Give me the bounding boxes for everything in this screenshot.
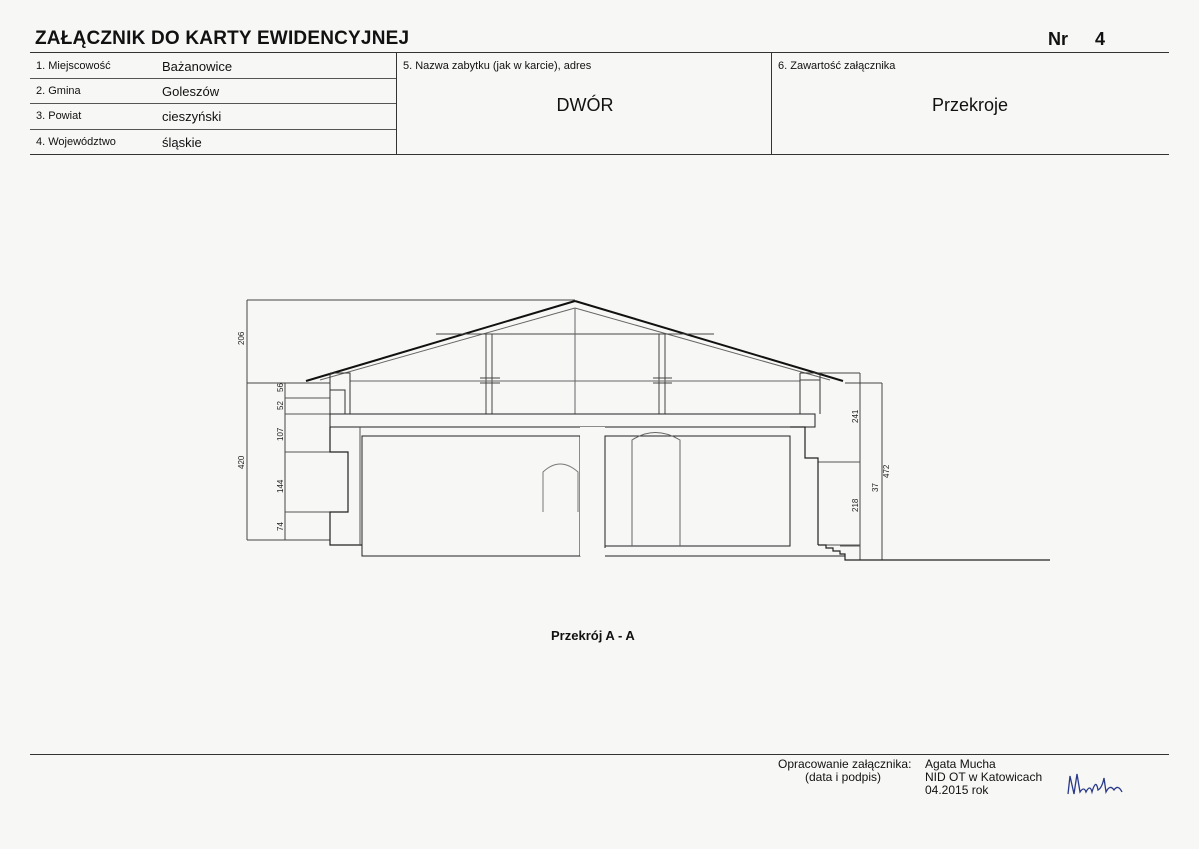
roof-right: [574, 300, 844, 382]
dim-label: 144: [276, 479, 285, 493]
dim-label: 74: [276, 522, 285, 531]
dim-label: 206: [237, 331, 246, 345]
section-caption: Przekrój A - A: [551, 628, 635, 643]
dim-label: 37: [871, 483, 880, 492]
prepared-by-label: Opracowanie załącznika: (data i podpis): [778, 758, 911, 784]
attic-floor: [329, 413, 816, 428]
dim-label: 241: [851, 409, 860, 423]
right-wall: [790, 426, 819, 545]
roof-left: [305, 300, 576, 382]
dim-label: 56: [276, 383, 285, 392]
prepared-by-details: Agata Mucha NID OT w Katowicach 04.2015 …: [925, 758, 1042, 797]
dim-label: 107: [276, 427, 285, 441]
left-room: [361, 435, 581, 557]
dim-label: 472: [882, 464, 891, 478]
signature: [1067, 773, 1123, 795]
dim-label: 218: [851, 498, 860, 512]
dim-label: 420: [237, 455, 246, 469]
cross-section-drawing: 206 56 52 107 420 144 74 241 218 37 472: [237, 299, 1050, 561]
right-room: [604, 435, 791, 547]
footer-divider: [30, 754, 1169, 755]
prepared-label-line2: (data i podpis): [804, 770, 882, 784]
prepared-date: 04.2015 rok: [925, 783, 989, 797]
dim-label: 52: [276, 401, 285, 410]
ground-line: [818, 544, 1050, 561]
left-wall: [329, 427, 362, 546]
